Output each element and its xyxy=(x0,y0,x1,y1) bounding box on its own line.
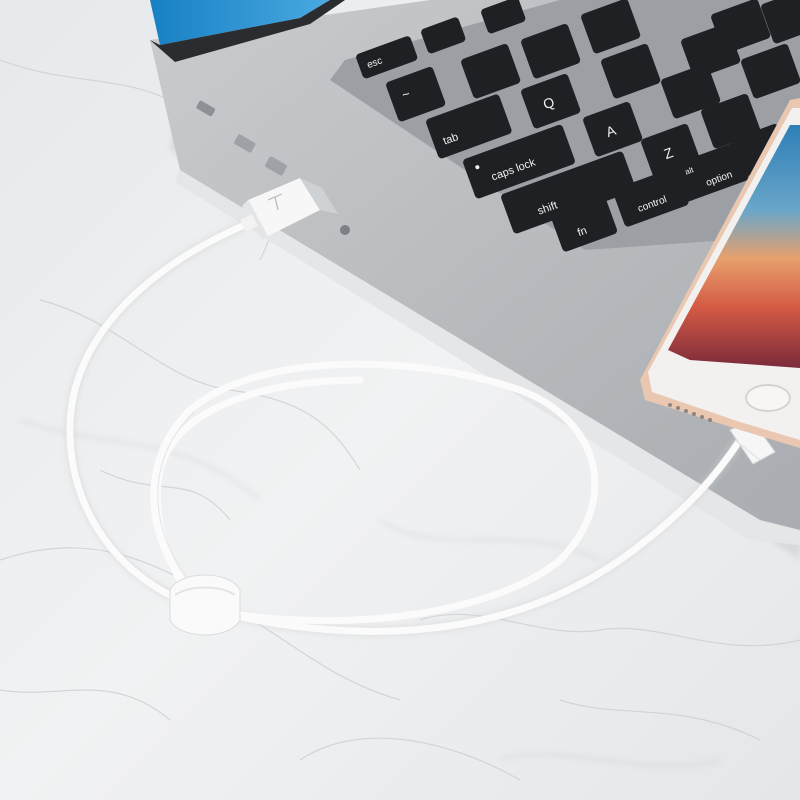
cable-strap xyxy=(169,574,241,636)
home-button xyxy=(745,384,791,412)
product-photo: esc ~ tab Q caps lock A shift Z fn contr… xyxy=(0,0,800,800)
